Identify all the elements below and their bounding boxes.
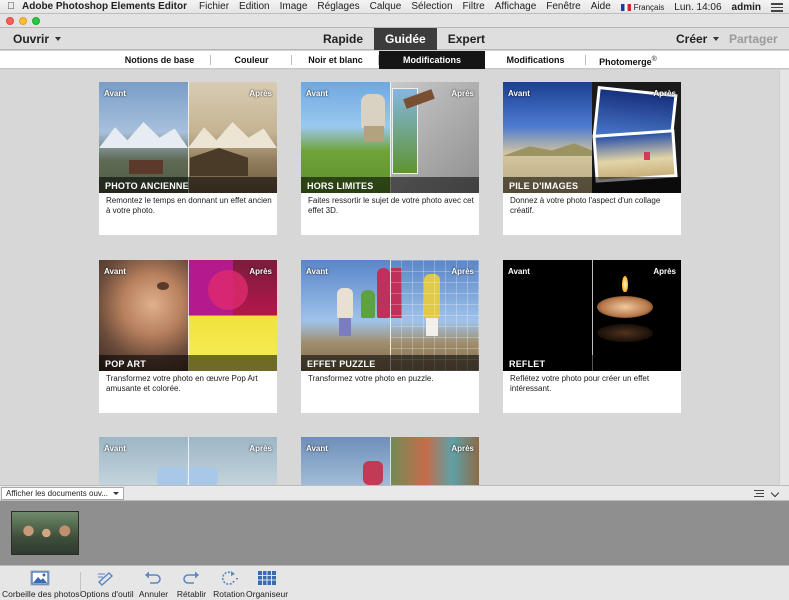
card-preview-image: Avant Après REFLET (503, 260, 681, 371)
mode-tabs: Rapide Guidée Expert (312, 28, 496, 50)
tab-notions-de-base[interactable]: Notions de base (108, 51, 211, 69)
tab-modifications-amusantes[interactable]: Modifications amusantes (379, 51, 485, 83)
mode-bar: Ouvrir Rapide Guidée Expert Créer Partag… (0, 28, 789, 55)
photo-bin (0, 501, 789, 565)
bin-options-icon[interactable] (754, 490, 764, 497)
card-description: Remontez le temps en donnant un effet an… (106, 196, 272, 215)
rotate-button[interactable]: Rotation (212, 568, 246, 599)
window-title-bar (0, 14, 789, 28)
menu-fenetre[interactable]: Fenêtre (546, 1, 580, 12)
card-reflet[interactable]: Avant Après REFLET Reflétez votre photo … (503, 260, 681, 413)
card-effet-puzzle[interactable]: Avant Après EFFET PUZZLE Transformez vot… (301, 260, 479, 413)
card-partial-2[interactable]: Avant Après (301, 437, 479, 485)
card-title: HORS LIMITES (307, 181, 374, 191)
redo-button[interactable]: Rétablir (175, 568, 208, 599)
tab-photomerge[interactable]: Photomerge® (586, 51, 670, 69)
photo-bin-icon (30, 570, 50, 586)
close-window-button[interactable] (6, 17, 14, 25)
show-open-files-dropdown[interactable]: Afficher les documents ouv... (1, 487, 124, 500)
organizer-button[interactable]: Organiseur (246, 568, 288, 599)
chevron-down-icon (713, 37, 720, 41)
card-description: Transformez votre photo en œuvre Pop Art… (106, 374, 258, 393)
card-pop-art[interactable]: Avant Après POP ART Transformez votre ph… (99, 260, 277, 413)
photo-bin-header: Afficher les documents ouv... (0, 485, 789, 501)
guided-edits-gallery: Avant Après PHOTO ANCIENNE Remontez le t… (0, 70, 779, 485)
open-photo-thumbnail[interactable] (11, 511, 79, 555)
gallery-scrollbar[interactable] (779, 70, 789, 485)
open-button[interactable]: Ouvrir (13, 32, 62, 46)
tool-options-icon (96, 570, 116, 586)
card-preview-image: Avant Après EFFET PUZZLE (301, 260, 479, 371)
menu-edition[interactable]: Edition (239, 1, 270, 12)
menu-aide[interactable]: Aide (591, 1, 611, 12)
apple-icon[interactable]:  (0, 1, 22, 12)
card-preview-image: Avant Après (301, 437, 479, 485)
collapse-bin-icon[interactable] (770, 488, 780, 498)
zoom-window-button[interactable] (32, 17, 40, 25)
menu-fichier[interactable]: Fichier (199, 1, 229, 12)
undo-icon (143, 570, 163, 586)
rotate-icon (219, 570, 239, 586)
app-menu[interactable]: Adobe Photoshop Elements Editor (22, 1, 187, 12)
organizer-grid-icon (257, 570, 277, 586)
redo-icon (181, 570, 201, 586)
card-preview-image: Avant Après POP ART (99, 260, 277, 371)
card-description: Transformez votre photo en puzzle. (308, 374, 434, 383)
photo-bin-button[interactable]: Corbeille des photos (2, 568, 80, 599)
card-pile-d-images[interactable]: Avant Après PILE D'IMAGES Donnez à votre… (503, 82, 681, 235)
menu-reglages[interactable]: Réglages (317, 1, 359, 12)
tab-modifications-speciales[interactable]: Modifications spéciales (485, 51, 586, 83)
notification-list-icon[interactable] (771, 2, 783, 12)
card-photo-ancienne[interactable]: Avant Après PHOTO ANCIENNE Remontez le t… (99, 82, 277, 235)
tool-options-button[interactable]: Options d'outil (80, 568, 134, 599)
card-hors-limites[interactable]: Avant Après HORS LIMITES Faites ressorti… (301, 82, 479, 235)
menu-calque[interactable]: Calque (370, 1, 402, 12)
card-preview-image: Avant Après HORS LIMITES (301, 82, 479, 193)
undo-button[interactable]: Annuler (137, 568, 170, 599)
card-preview-image: Avant Après PHOTO ANCIENNE (99, 82, 277, 193)
menu-filtre[interactable]: Filtre (463, 1, 485, 12)
bottom-toolbar: Corbeille des photos Options d'outil Ann… (0, 565, 789, 600)
tab-guidee[interactable]: Guidée (374, 28, 437, 50)
card-description: Donnez à votre photo l'aspect d'un colla… (510, 196, 661, 215)
card-title: REFLET (509, 359, 546, 369)
card-description: Faites ressortir le sujet de votre photo… (308, 196, 474, 215)
card-preview-image: Avant Après (99, 437, 277, 485)
card-title: PHOTO ANCIENNE (105, 181, 189, 191)
menu-affichage[interactable]: Affichage (495, 1, 537, 12)
chevron-down-icon (55, 37, 62, 41)
guided-category-tabs: Notions de base Couleur Noir et blanc Mo… (0, 51, 789, 83)
menu-bar:  Adobe Photoshop Elements Editor Fichie… (0, 0, 789, 14)
card-title: POP ART (105, 359, 146, 369)
clock[interactable]: Lun. 14:06 (674, 2, 721, 13)
flag-icon (620, 3, 631, 11)
card-description: Reflétez votre photo pour créer un effet… (510, 374, 650, 393)
chevron-down-icon (113, 492, 119, 495)
card-title: EFFET PUZZLE (307, 359, 376, 369)
menu-image[interactable]: Image (280, 1, 308, 12)
tab-couleur[interactable]: Couleur (211, 51, 292, 69)
input-language[interactable]: Français (620, 2, 664, 13)
tab-expert[interactable]: Expert (437, 28, 496, 50)
tab-noir-et-blanc[interactable]: Noir et blanc (292, 51, 379, 69)
card-preview-image: Avant Après PILE D'IMAGES (503, 82, 681, 193)
user-menu[interactable]: admin (732, 2, 761, 13)
create-button[interactable]: Créer (676, 32, 720, 46)
menu-selection[interactable]: Sélection (411, 1, 452, 12)
card-title: PILE D'IMAGES (509, 181, 579, 191)
minimize-window-button[interactable] (19, 17, 27, 25)
tab-rapide[interactable]: Rapide (312, 28, 374, 50)
card-partial-1[interactable]: Avant Après (99, 437, 277, 485)
